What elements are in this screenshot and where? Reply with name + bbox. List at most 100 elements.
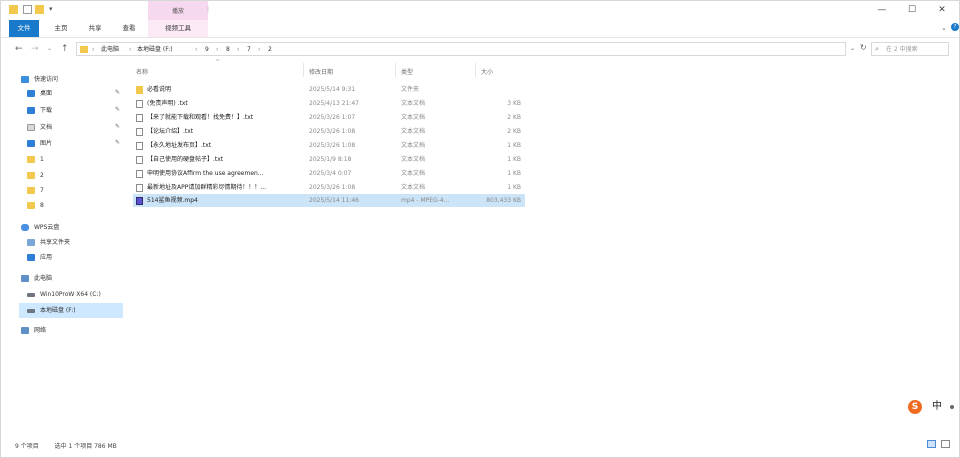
sidebar-wps-cloud[interactable]: WPS云盘	[21, 221, 59, 234]
file-name: 514鲨鱼视频.mp4	[147, 197, 198, 204]
up-icon[interactable]: ↑	[61, 43, 69, 55]
status-bar: 9 个项目 选中 1 个项目 786 MB	[15, 441, 117, 450]
column-header-date[interactable]: 修改日期	[309, 67, 333, 76]
details-view-icon[interactable]	[927, 440, 936, 448]
search-box[interactable]: ⌕ 在 2 中搜索	[871, 42, 949, 56]
crumb-this-pc[interactable]: 此电脑	[101, 44, 119, 55]
sidebar-item-pictures[interactable]: 图片	[27, 137, 52, 150]
customize-qat-icon[interactable]: ▾	[49, 5, 58, 14]
crumb-9[interactable]: 9	[205, 44, 209, 55]
ime-language-toggle[interactable]: 中	[932, 400, 942, 414]
file-row[interactable]: 【自己使用的硬盘帖子】.txt 2025/1/9 8:18 文本文档 1 KB	[133, 153, 525, 166]
sidebar-item-folder-8[interactable]: 8	[27, 199, 44, 212]
sidebar-item-label: 8	[40, 202, 44, 209]
file-date: 2025/3/26 1:08	[309, 142, 356, 149]
file-name: (免责声明) .txt	[147, 100, 188, 107]
file-size: 1 KB	[507, 184, 521, 191]
file-date: 2025/4/13 21:47	[309, 100, 359, 107]
sidebar-item-folder-2[interactable]: 2	[27, 169, 44, 182]
sidebar-item-drive-c[interactable]: Win10ProW X64 (C:)	[27, 288, 101, 301]
column-divider[interactable]	[395, 63, 396, 77]
tab-file[interactable]: 文件	[9, 20, 39, 37]
forward-icon[interactable]: →	[31, 43, 39, 55]
tab-home[interactable]: 主页	[47, 20, 75, 37]
separator-icon: |	[207, 6, 210, 13]
refresh-icon[interactable]: ↻	[860, 42, 867, 54]
sidebar-item-apps[interactable]: 应用	[27, 251, 52, 264]
title-bar: ▾ 播放 | — ☐ ✕	[1, 1, 959, 20]
document-icon	[27, 124, 35, 131]
sidebar-this-pc[interactable]: 此电脑	[21, 272, 52, 285]
drive-icon	[27, 308, 35, 313]
crumb-local-disk-f[interactable]: 本地磁盘 (F:)	[137, 44, 173, 55]
address-bar[interactable]: › 此电脑 › 本地磁盘 (F:) › 9 › 8 › 7 › 2	[76, 42, 846, 56]
file-row[interactable]: 【永久地址发布页】.txt 2025/3/26 1:08 文本文档 1 KB	[133, 139, 525, 152]
sidebar-item-label: 网络	[34, 327, 47, 334]
properties-icon[interactable]	[23, 5, 32, 14]
sidebar-quick-access[interactable]: 快速访问	[21, 73, 58, 86]
new-folder-icon[interactable]	[35, 5, 44, 14]
column-header-type[interactable]: 类型	[401, 67, 413, 76]
context-tab-play[interactable]: 播放	[148, 1, 208, 20]
pin-icon[interactable]: ✎	[115, 89, 120, 96]
file-name-cell: 最新地址及APP请加群精彩尽情期待！！！...	[136, 181, 304, 194]
column-header-size[interactable]: 大小	[481, 67, 493, 76]
tab-share[interactable]: 共享	[81, 20, 109, 37]
column-header-name[interactable]: 名称	[136, 67, 148, 76]
crumb-8[interactable]: 8	[226, 44, 230, 55]
address-dropdown-icon[interactable]: ⌄	[850, 43, 855, 55]
ribbon-expand-icon[interactable]: ⌄	[941, 24, 947, 32]
sidebar-item-label: 共享文件夹	[40, 239, 71, 246]
crumb-2[interactable]: 2	[268, 44, 272, 55]
column-divider[interactable]	[303, 63, 304, 77]
file-row[interactable]: (免责声明) .txt 2025/4/13 21:47 文本文档 3 KB	[133, 97, 525, 110]
sidebar-item-label: 7	[40, 187, 44, 194]
pin-icon[interactable]: ✎	[115, 106, 120, 113]
sidebar-network[interactable]: 网络	[21, 324, 46, 337]
text-file-icon	[136, 127, 143, 136]
sidebar-item-label: Win10ProW X64 (C:)	[40, 291, 101, 298]
help-icon[interactable]: ?	[951, 23, 959, 31]
sidebar-item-drive-f[interactable]: 本地磁盘 (F:)	[27, 304, 76, 317]
folder-icon	[9, 5, 18, 14]
file-row-selected[interactable]: 514鲨鱼视频.mp4 2025/5/14 11:46 mp4 - MPEG-4…	[133, 194, 525, 207]
pin-icon[interactable]: ✎	[115, 123, 120, 130]
close-button[interactable]: ✕	[927, 1, 957, 20]
sidebar-item-shared-folder[interactable]: 共享文件夹	[27, 236, 70, 249]
sidebar-item-downloads[interactable]: 下载	[27, 104, 52, 117]
pin-icon[interactable]: ✎	[115, 139, 120, 146]
maximize-button[interactable]: ☐	[897, 1, 927, 20]
crumb-7[interactable]: 7	[247, 44, 251, 55]
ime-toolbar[interactable]: S 中	[903, 397, 959, 419]
video-file-icon	[136, 196, 143, 205]
sidebar-item-folder-7[interactable]: 7	[27, 184, 44, 197]
file-row[interactable]: 【来了就能下载和观看！找免费！】.txt 2025/3/26 1:07 文本文档…	[133, 111, 525, 124]
file-name: 【永久地址发布页】.txt	[147, 142, 212, 149]
file-row[interactable]: 申明使用协议Affirm the use agreemen... 2025/3/…	[133, 167, 525, 180]
tab-view[interactable]: 查看	[115, 20, 143, 37]
file-name-cell: 【自己使用的硬盘帖子】.txt	[136, 153, 304, 166]
file-name-cell: 申明使用协议Affirm the use agreemen...	[136, 167, 304, 180]
folder-icon	[27, 187, 35, 194]
star-icon	[21, 76, 29, 83]
sidebar-item-desktop[interactable]: 桌面	[27, 87, 52, 100]
file-row[interactable]: 最新地址及APP请加群精彩尽情期待！！！... 2025/3/26 1:08 文…	[133, 181, 525, 194]
text-file-icon	[136, 183, 143, 192]
sidebar-item-documents[interactable]: 文档	[27, 121, 52, 134]
shared-folder-icon	[27, 239, 35, 246]
recent-locations-icon[interactable]: ⌄	[47, 43, 52, 55]
file-row[interactable]: 【论坛介绍】.txt 2025/3/26 1:08 文本文档 2 KB	[133, 125, 525, 138]
large-icons-view-icon[interactable]	[941, 440, 950, 448]
file-row[interactable]: 必看说明 2025/5/14 9:31 文件夹	[133, 83, 525, 96]
back-icon[interactable]: ←	[15, 43, 23, 55]
crumb-separator-icon: ›	[92, 46, 95, 53]
minimize-button[interactable]: —	[867, 1, 897, 20]
crumb-separator-icon: ›	[258, 46, 261, 53]
tab-video-tools[interactable]: 视频工具	[148, 20, 208, 37]
desktop-icon	[27, 90, 35, 97]
column-divider[interactable]	[475, 63, 476, 77]
ime-punctuation-icon[interactable]	[950, 405, 954, 409]
sidebar-item-folder-1[interactable]: 1	[27, 153, 44, 166]
sogou-logo-icon[interactable]: S	[908, 400, 922, 414]
status-selection: 选中 1 个项目 786 MB	[54, 443, 117, 450]
